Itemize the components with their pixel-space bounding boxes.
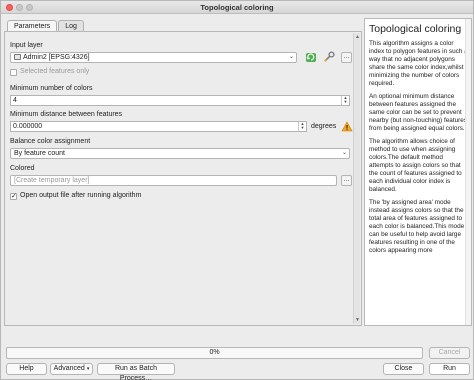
window-title: Topological coloring (200, 3, 274, 12)
iterate-features-icon[interactable] (305, 52, 317, 63)
min-distance-spinbox[interactable]: 0.000000 ▲ ▼ (10, 121, 307, 132)
help-paragraph: The algorithm allows choice of method to… (369, 138, 462, 193)
spin-arrows-icon[interactable]: ▲ ▼ (341, 96, 349, 105)
parameters-panel: ▲ ▼ Input layer Admin2 [EPSG:4326] ⌄ … S… (4, 31, 362, 326)
spin-arrows-icon[interactable]: ▲ ▼ (298, 122, 306, 131)
close-button[interactable]: Close (383, 363, 424, 375)
title-bar[interactable]: Topological coloring (1, 1, 473, 14)
min-colors-value: 4 (13, 97, 17, 104)
help-paragraph: This algorithm assigns a color index to … (369, 40, 468, 87)
colored-label: Colored (10, 165, 35, 172)
browse-output-button[interactable]: … (341, 175, 352, 186)
cancel-button[interactable]: Cancel (429, 347, 470, 359)
help-button[interactable]: Help (6, 363, 47, 375)
dialog-window: Topological coloring Parameters Log ▲ ▼ … (0, 0, 474, 380)
input-layer-label: Input layer (10, 42, 43, 49)
wrench-settings-icon[interactable] (323, 51, 335, 62)
help-panel: Topological coloring This algorithm assi… (364, 18, 472, 326)
parameters-area: Parameters Log ▲ ▼ Input layer Admin2 [E… (4, 18, 362, 326)
browse-input-button[interactable]: … (341, 52, 352, 63)
warning-icon (341, 121, 353, 132)
progress-bar: 0% (6, 347, 423, 359)
balance-label: Balance color assignment (10, 138, 91, 145)
dropdown-arrow-icon: ▾ (86, 366, 90, 372)
chevron-down-icon: ⌄ (288, 54, 294, 60)
min-colors-label: Minimum number of colors (10, 85, 93, 92)
scroll-up-icon[interactable]: ▲ (355, 34, 360, 40)
balance-select[interactable]: By feature count ⌄ (10, 148, 350, 159)
help-title: Topological coloring (369, 23, 462, 35)
distance-unit-label: degrees (311, 123, 337, 130)
help-paragraph: An optional minimum distance between fea… (369, 93, 468, 132)
polygon-layer-icon (14, 54, 21, 60)
batch-process-button[interactable]: Run as Batch Process… (97, 363, 175, 380)
balance-value: By feature count (14, 150, 65, 157)
colored-output-field[interactable]: [Create temporary layer] (10, 175, 337, 186)
progress-text: 0% (209, 349, 220, 356)
input-layer-select[interactable]: Admin2 [EPSG:4326] ⌄ (10, 52, 297, 63)
min-distance-label: Minimum distance between features (10, 111, 123, 118)
help-scrollbar[interactable] (465, 19, 471, 325)
selected-only-checkbox[interactable] (10, 69, 17, 76)
selected-only-label: Selected features only (20, 68, 90, 75)
scroll-down-icon[interactable]: ▼ (355, 317, 360, 323)
chevron-down-icon: ⌄ (341, 150, 347, 156)
run-button[interactable]: Run (429, 363, 470, 375)
open-output-checkbox[interactable] (10, 192, 17, 200)
min-distance-value: 0.000000 (13, 123, 43, 130)
colored-placeholder: [Create temporary layer] (14, 177, 90, 184)
advanced-button[interactable]: Advanced ▾ (50, 363, 93, 375)
help-paragraph: The 'by assigned area' mode instead assi… (369, 199, 465, 254)
open-output-label: Open output file after running algorithm (20, 192, 142, 199)
advanced-label: Advanced (53, 365, 85, 372)
panel-scrollbar[interactable]: ▲ ▼ (353, 33, 360, 324)
min-colors-spinbox[interactable]: 4 ▲ ▼ (10, 95, 350, 106)
input-layer-value: Admin2 [EPSG:4326] (23, 54, 90, 61)
